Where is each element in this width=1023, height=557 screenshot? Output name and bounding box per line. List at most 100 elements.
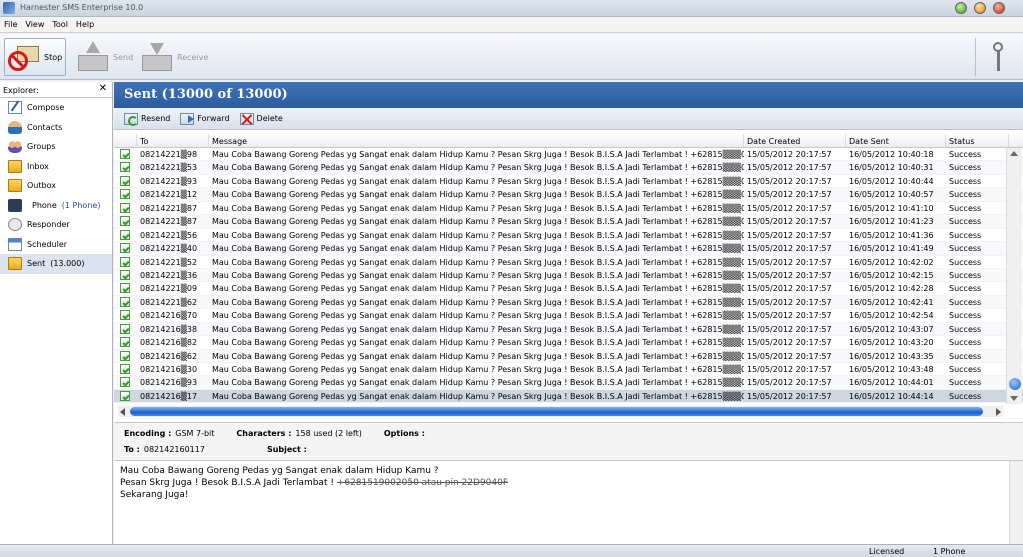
sent-table: To Message Date Created Date Sent Status… [114, 134, 1023, 417]
scroll-up-icon[interactable] [1010, 151, 1018, 156]
cell-date-created: 15/05/2012 20:17:57 [747, 230, 832, 240]
explorer-item-phone[interactable]: Phone (1 Phone) [0, 196, 112, 216]
column-header-to[interactable]: To [137, 134, 209, 147]
send-button[interactable]: Send [76, 38, 133, 76]
cell-message: Mau Coba Bawang Goreng Pedas yg Sangat e… [212, 284, 744, 294]
status-bar: Licensed 1 Phone [0, 544, 1023, 557]
cell-message: Mau Coba Bawang Goreng Pedas yg Sangat e… [212, 190, 744, 200]
folder-icon [8, 179, 22, 193]
table-row[interactable]: 08214216▒62 Mau Coba Bawang Goreng Pedas … [114, 349, 1023, 363]
menu-help[interactable]: Help [72, 17, 98, 29]
explorer-item-inbox[interactable]: Inbox [0, 157, 112, 177]
minimize-button[interactable] [955, 2, 967, 14]
table-row[interactable]: 08214221▒09 Mau Coba Bawang Goreng Pedas … [114, 282, 1023, 296]
scroll-thumb[interactable] [130, 407, 983, 416]
table-row[interactable]: 08214221▒93 Mau Coba Bawang Goreng Pedas … [114, 175, 1023, 189]
forward-button[interactable]: Forward [180, 112, 233, 125]
sent-message-icon [120, 323, 130, 334]
cell-message: Mau Coba Bawang Goreng Pedas yg Sangat e… [212, 257, 744, 267]
table-row[interactable]: 08214221▒87 Mau Coba Bawang Goreng Pedas … [114, 202, 1023, 216]
explorer-item-contacts[interactable]: Contacts [0, 118, 112, 138]
receive-button[interactable]: Receive [140, 38, 208, 76]
table-row[interactable]: 08214221▒52 Mau Coba Bawang Goreng Pedas … [114, 256, 1023, 269]
explorer-item-label: Outbox [27, 181, 56, 191]
cell-message: Mau Coba Bawang Goreng Pedas yg Sangat e… [212, 378, 744, 388]
message-status-icon [114, 376, 137, 388]
cell-date-created: 15/05/2012 20:17:57 [747, 378, 832, 388]
table-row[interactable]: 08214221▒62 Mau Coba Bawang Goreng Pedas … [114, 295, 1023, 310]
resend-button[interactable]: Resend [124, 112, 174, 126]
table-row[interactable]: 08214221▒98 Mau Coba Bawang Goreng Pedas … [114, 148, 1023, 162]
table-row[interactable]: 08214221▒12 Mau Coba Bawang Goreng Pedas … [114, 188, 1023, 202]
cell-message: Mau Coba Bawang Goreng Pedas yg Sangat e… [212, 150, 744, 159]
to-value: 082142160117 [143, 445, 205, 454]
sent-message-icon [120, 283, 130, 294]
menu-tool[interactable]: Tool [48, 17, 72, 29]
message-status-icon [114, 229, 137, 241]
message-status-icon [114, 161, 137, 173]
table-body: 08214221▒98 Mau Coba Bawang Goreng Pedas … [114, 148, 1023, 404]
explorer-item-scheduler[interactable]: Scheduler [0, 235, 112, 255]
table-row[interactable]: 08214216▒30 Mau Coba Bawang Goreng Pedas … [114, 363, 1023, 377]
table-row[interactable]: 08214216▒38 Mau Coba Bawang Goreng Pedas … [114, 322, 1023, 337]
message-body[interactable]: Mau Coba Bawang Goreng Pedas yg Sangat e… [114, 460, 1023, 545]
explorer-item-compose[interactable]: Compose [0, 98, 112, 118]
table-row[interactable]: 08214216▒17 Mau Coba Bawang Goreng Pedas … [114, 389, 1023, 404]
delete-button[interactable]: Delete [239, 112, 287, 125]
table-row[interactable]: 08214221▒36 Mau Coba Bawang Goreng Pedas … [114, 268, 1023, 283]
redacted-text: +6281519002050 atau pin 22D9040F [336, 478, 509, 488]
cell-message: Mau Coba Bawang Goreng Pedas yg Sangat e… [212, 163, 744, 173]
cell-date-created: 15/05/2012 20:17:57 [747, 365, 832, 374]
column-header-date-sent[interactable]: Date Sent [846, 134, 946, 147]
sent-message-icon [120, 175, 130, 186]
stop-button[interactable]: Stop [4, 38, 66, 76]
close-window-button[interactable] [993, 2, 1005, 14]
explorer-item-sent[interactable]: Sent (13.000) [0, 254, 112, 274]
cell-date-created: 15/05/2012 20:17:57 [747, 338, 832, 348]
send-label: Send [113, 52, 134, 62]
scroll-down-icon[interactable] [1010, 396, 1018, 401]
sent-message-icon [120, 269, 130, 280]
table-row[interactable]: 08214216▒82 Mau Coba Bawang Goreng Pedas … [114, 336, 1023, 350]
cell-to: 08214221▒53 [140, 163, 198, 173]
column-header-message[interactable]: Message [209, 134, 744, 147]
horizontal-scrollbar[interactable] [118, 406, 1003, 417]
cell-status: Success [949, 217, 982, 227]
menu-file[interactable]: File [0, 17, 21, 29]
cell-to: 08214221▒93 [140, 176, 198, 186]
sent-message-icon [120, 256, 130, 267]
menu-view[interactable]: View [21, 17, 48, 29]
cell-to: 08214216▒30 [140, 365, 198, 374]
sent-message-icon [120, 229, 130, 240]
column-header-icon[interactable] [114, 134, 137, 147]
maximize-button[interactable] [974, 2, 986, 14]
scroll-right-icon[interactable] [996, 408, 1001, 416]
explorer-item-groups[interactable]: Groups [0, 137, 112, 157]
message-scrollbar[interactable] [1009, 461, 1023, 545]
scroll-left-icon[interactable] [120, 408, 125, 416]
cell-status: Success [949, 284, 982, 294]
cell-to: 08214221▒12 [140, 190, 198, 200]
table-row[interactable]: 08214221▒56 Mau Coba Bawang Goreng Pedas … [114, 229, 1023, 243]
explorer-item-responder[interactable]: Responder [0, 215, 112, 235]
column-header-status[interactable]: Status [946, 134, 1009, 147]
cell-date-created: 15/05/2012 20:17:57 [747, 190, 832, 200]
table-row[interactable]: 08214221▒40 Mau Coba Bawang Goreng Pedas … [114, 242, 1023, 256]
vertical-scrollbar[interactable] [1006, 148, 1022, 404]
table-row[interactable]: 08214221▒53 Mau Coba Bawang Goreng Pedas … [114, 161, 1023, 175]
cell-to: 08214221▒56 [140, 230, 198, 240]
pin-icon[interactable] [992, 42, 1004, 72]
table-row[interactable]: 08214216▒70 Mau Coba Bawang Goreng Pedas … [114, 309, 1023, 323]
message-text: Pesan Skrg Juga ! Besok B.I.S.A Jadi Ter… [120, 478, 337, 488]
send-icon [76, 41, 110, 73]
sent-message-icon [120, 243, 130, 254]
table-row[interactable]: 08214221▒87 Mau Coba Bawang Goreng Pedas … [114, 215, 1023, 229]
explorer-item-outbox[interactable]: Outbox [0, 176, 112, 196]
table-row[interactable]: 08214216▒93 Mau Coba Bawang Goreng Pedas … [114, 376, 1023, 390]
sent-message-icon [120, 350, 130, 361]
cell-date-created: 15/05/2012 20:17:57 [747, 391, 832, 401]
cell-date-sent: 16/05/2012 10:41:36 [849, 230, 934, 240]
close-icon[interactable]: ✕ [99, 83, 107, 94]
column-header-date-created[interactable]: Date Created [744, 134, 846, 147]
scroll-thumb[interactable] [1009, 378, 1021, 390]
